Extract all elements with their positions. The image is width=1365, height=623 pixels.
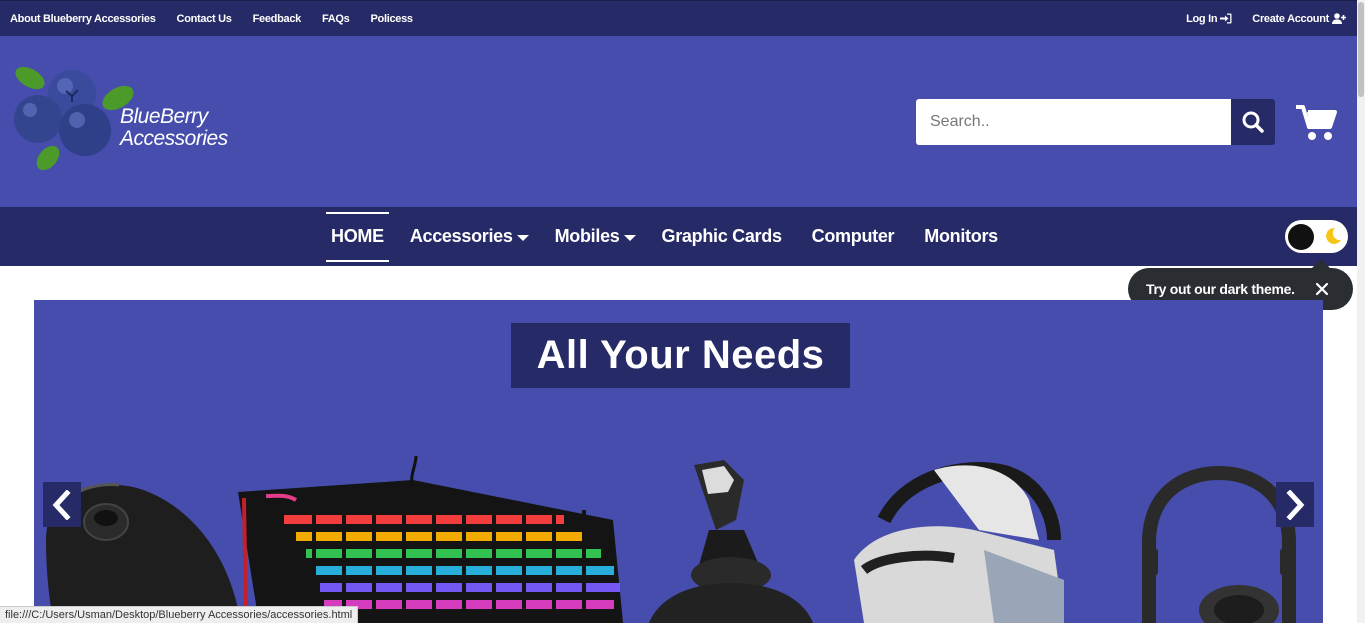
search-button[interactable] xyxy=(1231,99,1275,145)
toggle-knob xyxy=(1288,224,1314,250)
scrollbar-thumb[interactable] xyxy=(1358,2,1364,97)
nav-item-monitors[interactable]: Monitors xyxy=(924,212,998,262)
brand-name: BlueBerry Accessories xyxy=(120,106,228,150)
hero-carousel: All Your Needs xyxy=(34,300,1323,623)
nav-item-accessories[interactable]: Accessories xyxy=(410,212,529,262)
tooltip-text: Try out our dark theme. xyxy=(1146,281,1295,297)
user-plus-icon xyxy=(1332,13,1346,24)
feedback-link[interactable]: Feedback xyxy=(253,13,302,25)
login-link[interactable]: Log In xyxy=(1186,13,1232,25)
nav-item-graphic-cards[interactable]: Graphic Cards xyxy=(662,212,782,262)
caret-down-icon xyxy=(623,234,636,241)
faqs-link[interactable]: FAQs xyxy=(322,13,350,25)
about-link[interactable]: About Blueberry Accessories xyxy=(10,13,156,25)
nav-item-label: Computer xyxy=(811,226,895,246)
top-bar: About Blueberry Accessories Contact Us F… xyxy=(0,0,1357,36)
create-account-label: Create Account xyxy=(1252,12,1329,25)
moon-icon xyxy=(1326,227,1341,244)
account-links: Log In Create Account xyxy=(1186,13,1347,25)
create-account-link[interactable]: Create Account xyxy=(1252,13,1347,25)
joystick-image xyxy=(649,460,813,623)
nav-item-home[interactable]: HOME xyxy=(326,211,389,262)
vr-headset-image xyxy=(854,462,1064,623)
cart-icon[interactable] xyxy=(1296,104,1338,142)
chevron-left-icon xyxy=(52,489,71,520)
top-links: About Blueberry Accessories Contact Us F… xyxy=(10,13,413,25)
nav-item-label: Monitors xyxy=(924,226,998,246)
nav-item-mobiles[interactable]: Mobiles xyxy=(555,212,636,262)
chevron-right-icon xyxy=(1286,489,1305,520)
carousel-prev-button[interactable] xyxy=(43,482,81,527)
brand-line-2: Accessories xyxy=(120,127,228,150)
nav-item-label: HOME xyxy=(331,226,384,246)
search-input[interactable] xyxy=(916,99,1231,145)
site-header: BlueBerry Accessories xyxy=(0,36,1357,207)
brand-line-1: BlueBerry xyxy=(120,105,208,128)
caret-down-icon xyxy=(516,234,529,241)
nav-item-label: Accessories xyxy=(409,226,513,246)
nav-item-label: Mobiles xyxy=(554,226,620,246)
headphones-image xyxy=(1142,465,1296,623)
page: About Blueberry Accessories Contact Us F… xyxy=(0,0,1365,623)
dark-theme-toggle[interactable] xyxy=(1285,220,1348,253)
close-icon[interactable] xyxy=(1314,281,1330,297)
search-icon xyxy=(1242,111,1264,133)
nav-item-label: Graphic Cards xyxy=(661,226,782,246)
nav-item-computer[interactable]: Computer xyxy=(812,212,895,262)
contact-link[interactable]: Contact Us xyxy=(177,13,232,25)
policies-link[interactable]: Policess xyxy=(371,13,414,25)
rgb-keyboard-image xyxy=(238,455,623,623)
products-illustration xyxy=(46,455,1296,623)
main-nav: HOME Accessories Mobiles Graphic Cards C… xyxy=(0,207,1357,266)
browser-status-bar: file:///C:/Users/Usman/Desktop/Blueberry… xyxy=(0,606,359,623)
login-label: Log In xyxy=(1186,12,1218,25)
page-scrollbar[interactable] xyxy=(1357,0,1365,623)
sign-in-icon xyxy=(1220,13,1232,24)
nav-items: HOME Accessories Mobiles Graphic Cards C… xyxy=(326,207,998,266)
carousel-next-button[interactable] xyxy=(1276,482,1314,527)
